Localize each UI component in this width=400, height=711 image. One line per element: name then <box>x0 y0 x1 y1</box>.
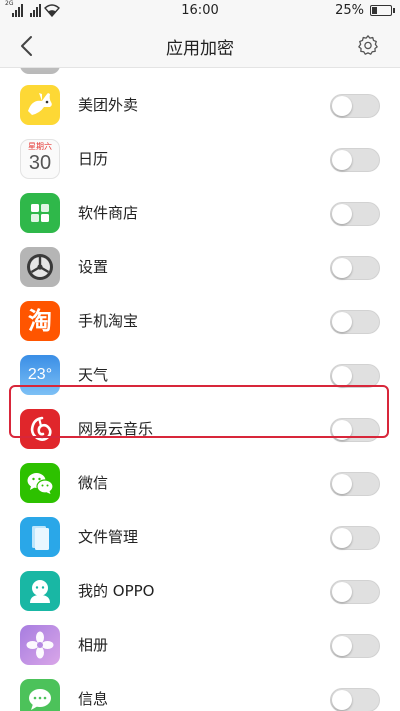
status-right: 25% <box>335 3 395 18</box>
chevron-left-icon <box>21 36 32 56</box>
lock-toggle[interactable] <box>330 688 380 711</box>
meituan-kangaroo-icon <box>20 85 60 125</box>
list-item-taobao[interactable]: 淘 手机淘宝 <box>0 294 400 348</box>
app-label: 网易云音乐 <box>78 420 154 438</box>
lock-toggle[interactable] <box>330 580 380 604</box>
toggle-knob <box>332 420 352 440</box>
app-label: 我的 OPPO <box>78 582 155 600</box>
status-bar: 2G 16:00 25% <box>0 0 400 24</box>
app-label: 天气 <box>78 366 109 384</box>
header: 应用加密 <box>0 24 400 68</box>
page-title: 应用加密 <box>166 39 234 59</box>
list-item-calendar[interactable]: 星期六 30 日历 <box>0 132 400 186</box>
app-label: 设置 <box>78 258 109 276</box>
calendar-weekday: 星期六 <box>28 142 52 151</box>
weather-icon: 23° <box>20 355 60 395</box>
app-label: 相册 <box>78 636 109 654</box>
app-label: 手机淘宝 <box>78 312 139 330</box>
file-manager-icon <box>20 517 60 557</box>
toggle-knob <box>332 636 352 656</box>
list-item-gallery[interactable]: 相册 <box>0 618 400 672</box>
list-item-weather[interactable]: 23° 天气 <box>0 348 400 402</box>
taobao-icon: 淘 <box>20 301 60 341</box>
list-item-app-store[interactable]: 软件商店 <box>0 186 400 240</box>
lock-toggle[interactable] <box>330 94 380 118</box>
toggle-knob <box>332 528 352 548</box>
list-item-messages[interactable]: 信息 <box>0 672 400 711</box>
battery-percent: 25% <box>335 3 364 18</box>
calendar-icon: 星期六 30 <box>20 139 60 179</box>
app-label: 美团外卖 <box>78 96 139 114</box>
app-icon-partial <box>20 68 60 74</box>
list-item-netease-music[interactable]: 网易云音乐 <box>0 402 400 456</box>
toggle-knob <box>332 96 352 116</box>
app-label: 微信 <box>78 474 109 492</box>
list-item-partial <box>0 68 400 78</box>
lock-toggle[interactable] <box>330 418 380 442</box>
list-item-meituan[interactable]: 美团外卖 <box>0 78 400 132</box>
toggle-knob <box>332 312 352 332</box>
list-item-settings[interactable]: 设置 <box>0 240 400 294</box>
wechat-icon <box>20 463 60 503</box>
lock-toggle[interactable] <box>330 472 380 496</box>
back-button[interactable] <box>12 32 40 60</box>
gallery-icon <box>20 625 60 665</box>
app-lock-list[interactable]: 美团外卖 星期六 30 日历 软件商店 设置 淘 手机淘宝 23° 天气 网易云… <box>0 68 400 711</box>
lock-toggle[interactable] <box>330 148 380 172</box>
settings-button[interactable] <box>354 31 382 59</box>
toggle-knob <box>332 690 352 710</box>
lock-toggle[interactable] <box>330 310 380 334</box>
toggle-knob <box>332 582 352 602</box>
gear-icon <box>358 35 378 55</box>
list-item-my-oppo[interactable]: 我的 OPPO <box>0 564 400 618</box>
app-store-icon <box>20 193 60 233</box>
app-label: 软件商店 <box>78 204 139 222</box>
lock-toggle[interactable] <box>330 202 380 226</box>
calendar-day: 30 <box>28 152 52 174</box>
toggle-knob <box>332 204 352 224</box>
weather-temp: 23° <box>27 366 53 383</box>
lock-toggle[interactable] <box>330 526 380 550</box>
toggle-knob <box>332 150 352 170</box>
list-item-file-manager[interactable]: 文件管理 <box>0 510 400 564</box>
app-label: 日历 <box>78 150 109 168</box>
app-label: 文件管理 <box>78 528 139 546</box>
app-label: 信息 <box>78 690 109 708</box>
my-oppo-icon <box>20 571 60 611</box>
battery-level-fill <box>372 7 377 14</box>
toggle-knob <box>332 366 352 386</box>
lock-toggle[interactable] <box>330 364 380 388</box>
toggle-knob <box>332 258 352 278</box>
settings-app-icon <box>20 247 60 287</box>
messages-icon <box>20 679 60 711</box>
toggle-knob <box>332 474 352 494</box>
netease-music-icon <box>20 409 60 449</box>
lock-toggle[interactable] <box>330 634 380 658</box>
battery-icon <box>370 5 395 16</box>
list-item-wechat[interactable]: 微信 <box>0 456 400 510</box>
lock-toggle[interactable] <box>330 256 380 280</box>
